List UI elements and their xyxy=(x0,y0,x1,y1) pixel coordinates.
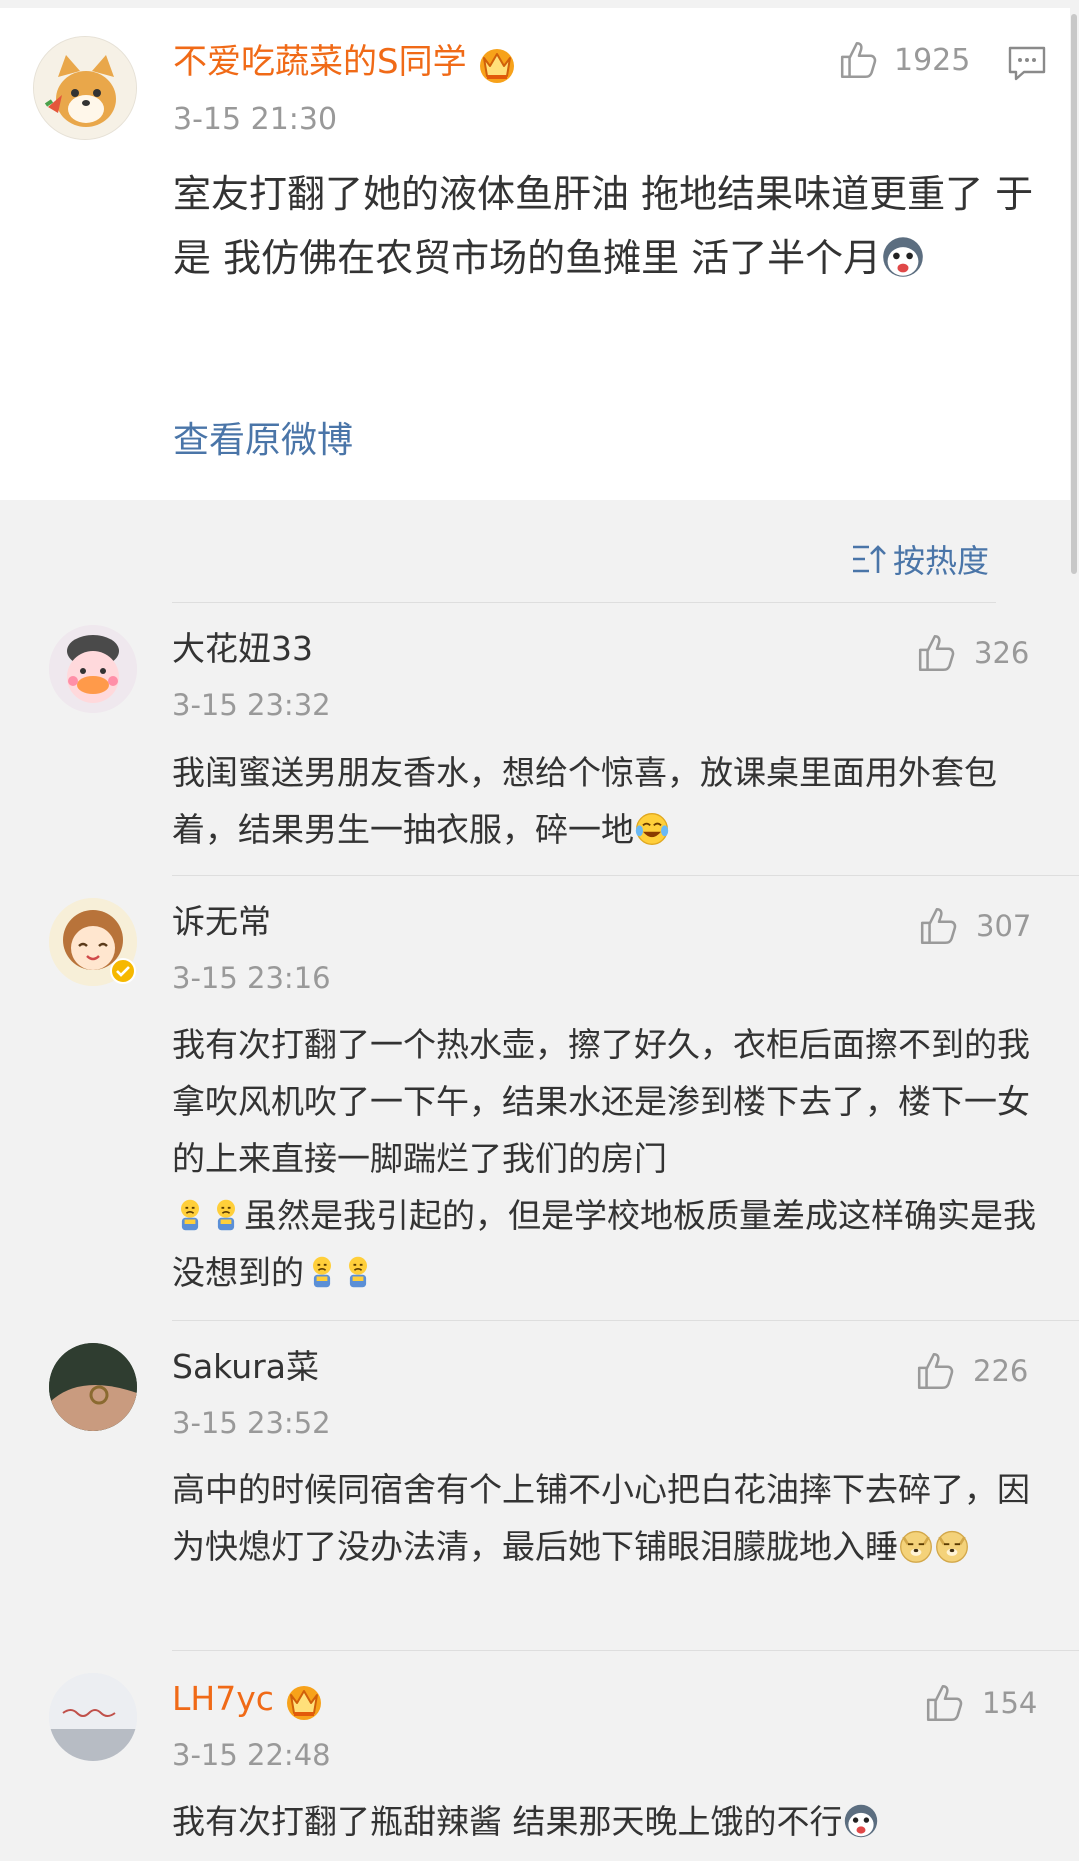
thumbs-up-icon xyxy=(924,1682,966,1724)
husky-emoji-icon xyxy=(843,1803,879,1839)
comment-time: 3-15 22:48 xyxy=(172,1738,331,1772)
comment-author[interactable]: 大花妞33 xyxy=(172,627,313,671)
comment-text: 高中的时候同宿舍有个上铺不小心把白花油摔下去碎了，因为快熄灯了没办法清，最后她下… xyxy=(172,1461,1042,1575)
sad-emoji-icon xyxy=(340,1254,376,1290)
hand-avatar-icon xyxy=(49,1343,137,1431)
comment-time: 3-15 23:16 xyxy=(172,961,331,995)
post-text: 室友打翻了她的液体鱼肝油 拖地结果味道更重了 于是 我仿佛在农贸市场的鱼摊里 活… xyxy=(173,162,1043,290)
comment-like-count: 154 xyxy=(982,1686,1038,1720)
verified-badge-icon xyxy=(110,958,136,984)
post-time: 3-15 21:30 xyxy=(173,102,338,137)
doge-emoji-icon xyxy=(898,1528,934,1564)
comment-time: 3-15 23:32 xyxy=(172,688,331,722)
vip-crown-icon xyxy=(282,1681,326,1721)
comment-like-button[interactable]: 326 xyxy=(916,630,1029,676)
laugh-cry-emoji-icon xyxy=(634,811,670,847)
comment-like-count: 307 xyxy=(976,909,1032,943)
comment-body: 我有次打翻了一个热水壶，擦了好久，衣柜后面擦不到的我拿吹风机吹了一下午，结果水还… xyxy=(172,1025,1030,1178)
comment-body: 我有次打翻了瓶甜辣酱 结果那天晚上饿的不行 xyxy=(172,1802,843,1841)
thumbs-up-icon xyxy=(915,1350,957,1392)
comment-author[interactable]: 诉无常 xyxy=(172,900,271,944)
sort-label: 按热度 xyxy=(893,542,990,580)
sad-emoji-icon xyxy=(304,1254,340,1290)
view-original-link[interactable]: 查看原微博 xyxy=(173,416,353,466)
avatar[interactable] xyxy=(33,36,137,140)
post-like-count: 1925 xyxy=(894,42,971,78)
doge-emoji-icon xyxy=(934,1528,970,1564)
avatar[interactable] xyxy=(49,1673,137,1761)
comment-text: 我有次打翻了一个热水壶，擦了好久，衣柜后面擦不到的我拿吹风机吹了一下午，结果水还… xyxy=(172,1016,1042,1301)
comment-like-button[interactable]: 226 xyxy=(915,1348,1028,1394)
duck-avatar-icon xyxy=(49,625,137,713)
comment-text: 我闺蜜送男朋友香水，想给个惊喜，放课桌里面用外套包着，结果男生一抽衣服，碎一地 xyxy=(172,744,1042,858)
sad-emoji-icon xyxy=(208,1197,244,1233)
vip-crown-icon xyxy=(475,44,519,84)
divider xyxy=(172,1320,1079,1321)
comment-like-button[interactable]: 307 xyxy=(918,903,1031,949)
comment-text: 我有次打翻了瓶甜辣酱 结果那天晚上饿的不行 xyxy=(172,1793,1042,1850)
divider xyxy=(172,602,996,603)
sort-by-hot-button[interactable]: 按热度 xyxy=(851,536,989,582)
sort-icon xyxy=(853,545,886,573)
thumbs-up-icon xyxy=(916,632,958,674)
comment-body: 我闺蜜送男朋友香水，想给个惊喜，放课桌里面用外套包着，结果男生一抽衣服，碎一地 xyxy=(172,753,997,849)
comment-author[interactable]: LH7yc xyxy=(172,1677,326,1721)
divider xyxy=(172,1650,1079,1651)
comment-author[interactable]: Sakura菜 xyxy=(172,1345,319,1389)
comment-body-cont: 虽然是我引起的，但是学校地板质量差成这样确实是我没想到的 xyxy=(172,1196,1036,1292)
comment-icon[interactable] xyxy=(1006,44,1048,82)
divider xyxy=(172,875,1079,876)
comment-like-button[interactable]: 154 xyxy=(924,1680,1037,1726)
post-like-button[interactable]: 1925 xyxy=(838,38,970,82)
comment-time: 3-15 23:52 xyxy=(172,1406,331,1440)
post-author-name[interactable]: 不爱吃蔬菜的S同学 xyxy=(173,42,467,82)
comment-author-name[interactable]: LH7yc xyxy=(172,1679,274,1718)
comment-like-count: 326 xyxy=(974,636,1030,670)
scrollbar[interactable] xyxy=(1071,14,1077,574)
comment-like-count: 226 xyxy=(973,1354,1029,1388)
avatar[interactable] xyxy=(49,625,137,713)
top-edge xyxy=(0,0,1079,8)
post-author[interactable]: 不爱吃蔬菜的S同学 xyxy=(173,40,519,84)
landscape-avatar-icon xyxy=(49,1673,137,1761)
shiba-avatar-icon xyxy=(34,37,136,139)
husky-emoji-icon xyxy=(881,235,925,279)
thumbs-up-icon xyxy=(918,905,960,947)
avatar[interactable] xyxy=(49,1343,137,1431)
sad-emoji-icon xyxy=(172,1197,208,1233)
thumbs-up-icon xyxy=(838,39,880,81)
